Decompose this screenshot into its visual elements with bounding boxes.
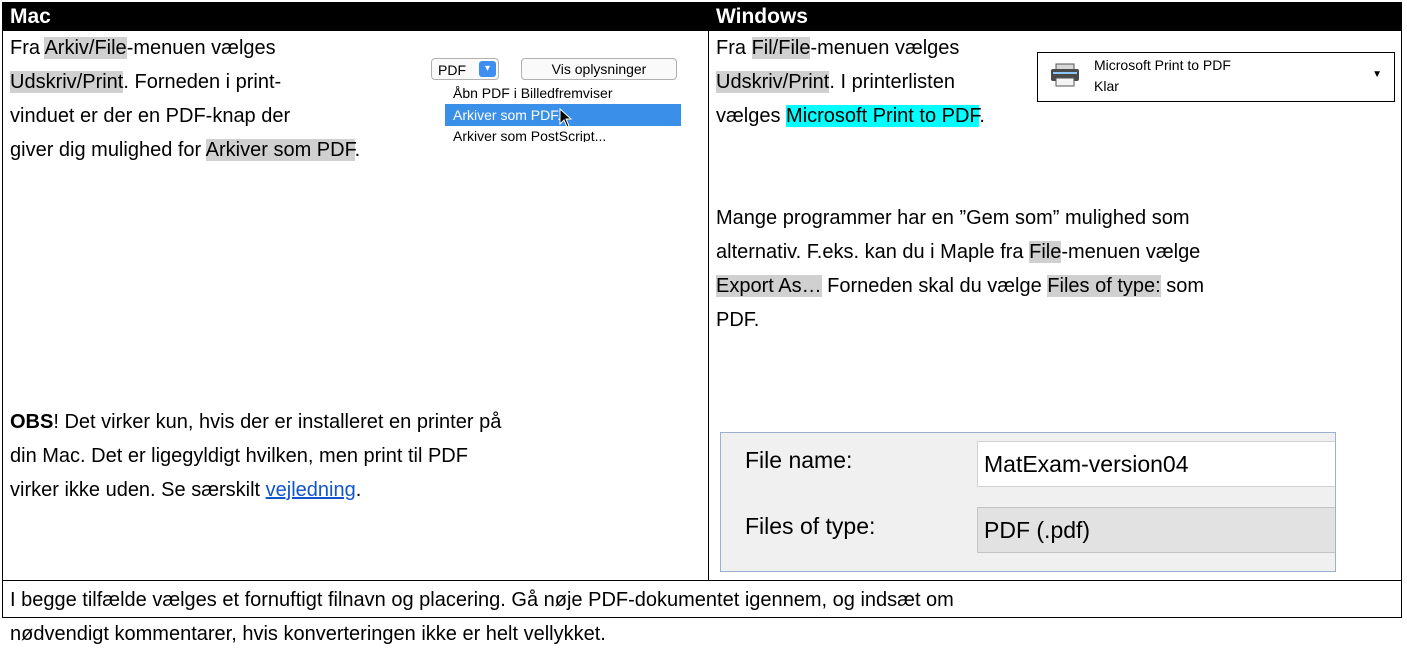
text: giver dig mulighed for bbox=[10, 139, 206, 161]
file-name-label: File name: bbox=[745, 447, 853, 473]
header-windows: Windows bbox=[709, 3, 1401, 31]
text: alternativ. F.eks. kan du i Maple fra bbox=[716, 241, 1030, 263]
mac-instructions: Fra Arkiv/File-menuen vælges Udskriv/Pri… bbox=[10, 31, 360, 167]
menu-item-save-postscript[interactable]: Arkiver som PostScript... bbox=[445, 126, 681, 142]
menu-export-as: Export As… bbox=[716, 275, 822, 297]
text: vinduet er der en PDF-knap der bbox=[10, 105, 291, 127]
windows-instructions: Fra Fil/File-menuen vælges Udskriv/Print… bbox=[716, 31, 985, 133]
text: som bbox=[1160, 275, 1205, 297]
printer-icon bbox=[1051, 63, 1079, 87]
file-type-select[interactable]: PDF (.pdf) bbox=[977, 507, 1335, 553]
text: PDF. bbox=[716, 309, 760, 331]
document-page: Mac Windows Fra Arkiv/File-menuen vælges… bbox=[0, 0, 1407, 645]
printer-name: Microsoft Print to PDF bbox=[1094, 57, 1231, 73]
cursor-icon bbox=[559, 108, 573, 128]
text: . bbox=[354, 139, 361, 161]
text: virker ikke uden. Se særskilt bbox=[10, 479, 266, 501]
vejledning-link[interactable]: vejledning bbox=[266, 479, 356, 501]
label-files-of-type: Files of type: bbox=[1047, 275, 1161, 297]
menu-item-open-preview[interactable]: Åbn PDF i Billedfremviser bbox=[445, 82, 681, 104]
text: . Forneden i print- bbox=[123, 71, 282, 93]
menu-file: File bbox=[1029, 241, 1062, 263]
windows-gem-som: Mange programmer har en ”Gem som” muligh… bbox=[716, 201, 1204, 337]
menu-fil-file: Fil/File bbox=[751, 37, 811, 59]
text: Fra bbox=[716, 37, 752, 59]
mac-print-screenshot: PDF ▾ Vis oplysninger Åbn PDF i Billedfr… bbox=[431, 56, 681, 148]
file-name-input[interactable]: MatExam-version04 bbox=[977, 441, 1335, 487]
pdf-button-label: PDF bbox=[438, 62, 466, 78]
text: . bbox=[355, 479, 362, 501]
obs-label: OBS bbox=[10, 411, 54, 433]
row-divider bbox=[3, 580, 1401, 581]
text: nødvendigt kommentarer, hvis konverterin… bbox=[10, 623, 606, 645]
text: Mange programmer har en ”Gem som” muligh… bbox=[716, 207, 1190, 229]
printer-dropdown[interactable]: Microsoft Print to PDF Klar ▼ bbox=[1037, 52, 1395, 102]
text: vælges bbox=[716, 105, 787, 127]
text: ! Det virker kun, hvis der er installere… bbox=[53, 411, 502, 433]
printer-name-highlight: Microsoft Print to PDF bbox=[786, 105, 980, 127]
text: -menuen vælges bbox=[810, 37, 960, 59]
text: I begge tilfælde vælges et fornuftigt fi… bbox=[10, 589, 954, 611]
header-mac: Mac bbox=[3, 3, 708, 31]
details-button[interactable]: Vis oplysninger bbox=[521, 58, 677, 80]
file-type-label: Files of type: bbox=[745, 513, 876, 539]
option-arkiver-som-pdf: Arkiver som PDF bbox=[205, 139, 355, 161]
file-dialog-screenshot: File name: MatExam-version04 Files of ty… bbox=[720, 432, 1336, 572]
text: . I printerlisten bbox=[829, 71, 955, 93]
menu-udskriv-print-win: Udskriv/Print bbox=[716, 71, 830, 93]
menu-udskriv-print: Udskriv/Print bbox=[10, 71, 124, 93]
pdf-button[interactable]: PDF ▾ bbox=[431, 58, 499, 80]
text: -menuen vælge bbox=[1061, 241, 1201, 263]
text: Fra bbox=[10, 37, 45, 59]
text: -menuen vælges bbox=[126, 37, 276, 59]
text: Forneden skal du vælge bbox=[821, 275, 1048, 297]
dropdown-arrow-icon: ▼ bbox=[1372, 69, 1382, 80]
text: . bbox=[979, 105, 985, 127]
chevron-down-icon: ▾ bbox=[479, 61, 496, 77]
footer-note: I begge tilfælde vælges et fornuftigt fi… bbox=[10, 583, 954, 651]
mac-obs-note: OBS! Det virker kun, hvis der er install… bbox=[10, 405, 501, 507]
menu-arkiv-file: Arkiv/File bbox=[44, 37, 127, 59]
column-divider bbox=[708, 3, 709, 581]
text: din Mac. Det er ligegyldigt hvilken, men… bbox=[10, 445, 468, 467]
printer-status: Klar bbox=[1094, 78, 1119, 94]
